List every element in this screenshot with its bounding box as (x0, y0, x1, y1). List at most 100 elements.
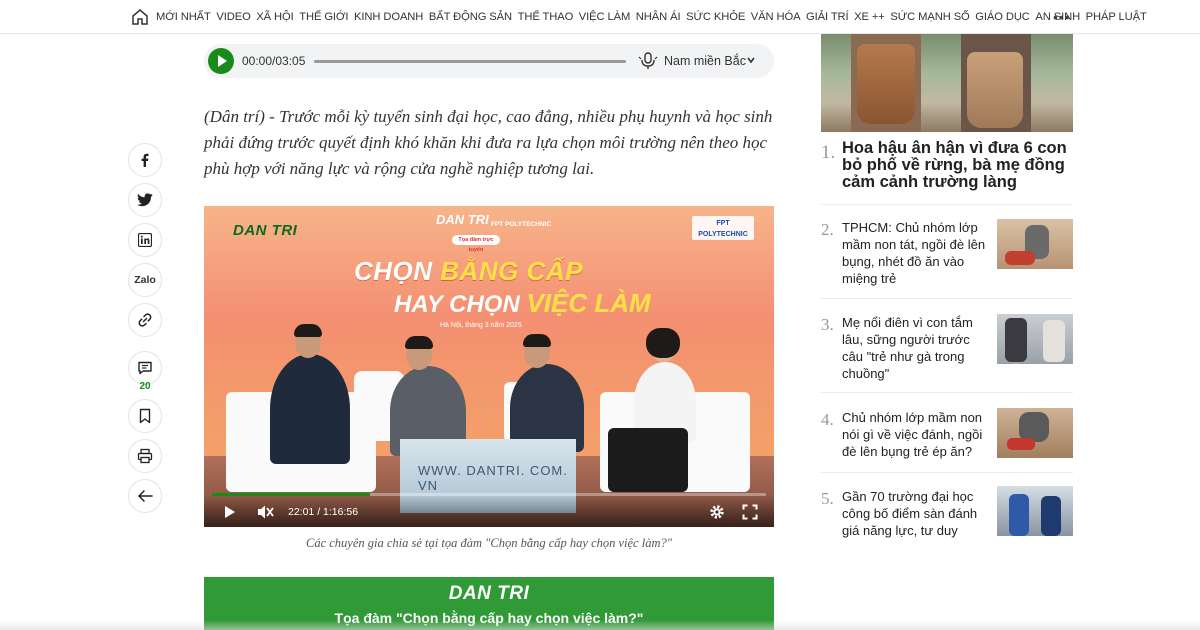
video-title-2a: HAY CHỌN (394, 291, 527, 318)
video-person-1-hair (294, 324, 322, 337)
home-icon[interactable] (130, 7, 150, 27)
news-item-title[interactable]: Gần 70 trường đại học công bố điểm sàn đ… (842, 488, 990, 539)
news-thumbnail[interactable] (997, 314, 1073, 364)
video-title-1b: BẰNG CẤP (440, 256, 583, 286)
thumbnail-figure (1009, 494, 1029, 536)
top-news-title[interactable]: Hoa hậu ân hận vì đưa 6 con bỏ phố về rừ… (842, 140, 1076, 191)
linkedin-icon (138, 233, 152, 247)
rank-number: 3. (821, 315, 834, 334)
article-lead: (Dân trí) - Trước mỗi kỳ tuyển sinh đại … (204, 104, 774, 182)
print-icon (137, 448, 153, 464)
news-thumbnail[interactable] (997, 219, 1073, 269)
nav-item[interactable]: NHÂN ÁI (636, 11, 681, 23)
nav-item[interactable]: BẤT ĐỘNG SẢN (429, 11, 512, 23)
twitter-icon (137, 193, 153, 207)
news-item-title[interactable]: TPHCM: Chủ nhóm lớp mầm non tát, ngồi đè… (842, 219, 990, 287)
nav-item[interactable]: THỂ THAO (518, 11, 574, 23)
audio-time: 00:00/03:05 (242, 54, 306, 68)
back-button[interactable] (128, 479, 162, 513)
sidebar-divider (821, 472, 1073, 473)
banner-dantri-logo: DAN TRI (448, 583, 530, 604)
article-video-player[interactable]: DAN TRI DAN TRI FPT POLYTECHNIC FPT POLY… (204, 206, 774, 527)
news-thumbnail[interactable] (997, 486, 1073, 536)
top-news-image[interactable] (821, 34, 1073, 132)
nav-item[interactable]: SỨC MẠNH SỐ (890, 11, 969, 23)
video-person-1 (270, 354, 350, 464)
microphone-icon[interactable] (638, 51, 658, 71)
news-item-title[interactable]: Chủ nhóm lớp mầm non nói gì về việc đánh… (842, 409, 990, 460)
nav-item[interactable]: THẾ GIỚI (299, 11, 348, 23)
video-sponsor-logo: FPT POLYTECHNIC (486, 210, 556, 232)
thumbnail-figure (1041, 496, 1061, 536)
nav-item[interactable]: GIÁO DỤC (975, 11, 1030, 23)
video-sponsor-badge-label: FPT POLYTECHNIC (698, 220, 748, 238)
comment-icon (138, 361, 152, 375)
video-sponsor-label: FPT POLYTECHNIC (490, 221, 552, 228)
article-audio-player: 00:00/03:05 Nam miền Bắc (204, 44, 774, 78)
video-progress-fill (212, 493, 371, 496)
nav-item[interactable]: VIỆC LÀM (579, 11, 631, 23)
rank-number: 1. (821, 142, 836, 163)
video-person-2-hair (405, 336, 433, 349)
linkedin-share-button[interactable] (128, 223, 162, 257)
fullscreen-icon[interactable] (742, 504, 758, 520)
nav-menu: MỚI NHẤT VIDEO XÃ HỘI THẾ GIỚI KINH DOANH BẤT… (156, 0, 1152, 34)
more-menu-icon[interactable]: ••• (1053, 9, 1071, 25)
thumbnail-figure (1007, 438, 1035, 450)
play-icon[interactable] (224, 505, 236, 519)
video-dantri-logo: DAN TRI (233, 222, 298, 239)
news-thumbnail[interactable] (997, 408, 1073, 458)
nav-item[interactable]: VĂN HÓA (751, 11, 801, 23)
rank-number: 4. (821, 410, 834, 429)
bookmark-button[interactable] (128, 399, 162, 433)
nav-item[interactable]: XÃ HỘI (256, 11, 293, 23)
image-backpack-right (967, 52, 1023, 128)
nav-item[interactable]: GIẢI TRÍ (806, 11, 849, 23)
rank-number: 5. (821, 489, 834, 508)
sidebar-divider (821, 204, 1073, 205)
arrow-left-icon (138, 490, 153, 502)
video-person-4-skirt (608, 428, 688, 492)
video-person-3-hair (523, 334, 551, 347)
nav-item[interactable]: PHÁP LUẬT (1086, 11, 1147, 23)
thumbnail-figure (1043, 320, 1065, 362)
twitter-share-button[interactable] (128, 183, 162, 217)
video-progress-bar[interactable] (212, 493, 766, 496)
rank-number: 2. (821, 220, 834, 239)
video-title-line1: CHỌN BẰNG CẤP (354, 256, 583, 287)
video-table-text: WWW. DANTRI. COM. VN (418, 463, 568, 493)
zalo-label: Zalo (134, 274, 156, 286)
lead-source: (Dân trí) (204, 107, 265, 126)
nav-item[interactable]: KINH DOANH (354, 11, 423, 23)
facebook-share-button[interactable] (128, 143, 162, 177)
news-item-title[interactable]: Mẹ nổi điên vì con tắm lâu, sững người t… (842, 314, 990, 382)
video-title-1a: CHỌN (354, 256, 441, 286)
video-dantri-top-logo: DAN TRI (436, 212, 489, 227)
nav-item[interactable]: SỨC KHỎE (686, 11, 745, 23)
image-backpack-left (857, 44, 915, 124)
audio-progress-track[interactable] (314, 60, 626, 63)
video-time: 22:01 / 1:16:56 (288, 506, 359, 518)
copy-link-button[interactable] (128, 303, 162, 337)
video-title-line2: HAY CHỌN VIỆC LÀM (394, 288, 651, 319)
video-sponsor-badge: FPT POLYTECHNIC (692, 216, 754, 240)
nav-item[interactable]: XE ++ (854, 11, 885, 23)
thumbnail-figure (1005, 251, 1035, 265)
zalo-share-button[interactable]: Zalo (128, 263, 162, 297)
page-bottom-shade (0, 620, 1200, 630)
audio-play-button[interactable] (208, 48, 234, 74)
bookmark-icon (139, 408, 151, 424)
comment-button[interactable] (128, 351, 162, 385)
nav-item[interactable]: MỚI NHẤT (156, 11, 211, 23)
video-event-date: Hà Nội, tháng 3 năm 2025 (440, 322, 522, 329)
sidebar-divider (821, 392, 1073, 393)
mute-icon[interactable] (256, 504, 274, 520)
nav-item[interactable]: VIDEO (216, 11, 250, 23)
voice-select[interactable]: Nam miền Bắc (664, 54, 746, 68)
lead-text: - Trước mỗi kỳ tuyển sinh đại học, cao đ… (204, 107, 773, 178)
settings-gear-icon[interactable] (709, 504, 725, 520)
video-caption: Các chuyên gia chia sẻ tại tọa đàm "Chọn… (306, 536, 672, 550)
print-button[interactable] (128, 439, 162, 473)
chevron-down-icon[interactable] (746, 53, 756, 67)
facebook-icon (141, 153, 149, 167)
